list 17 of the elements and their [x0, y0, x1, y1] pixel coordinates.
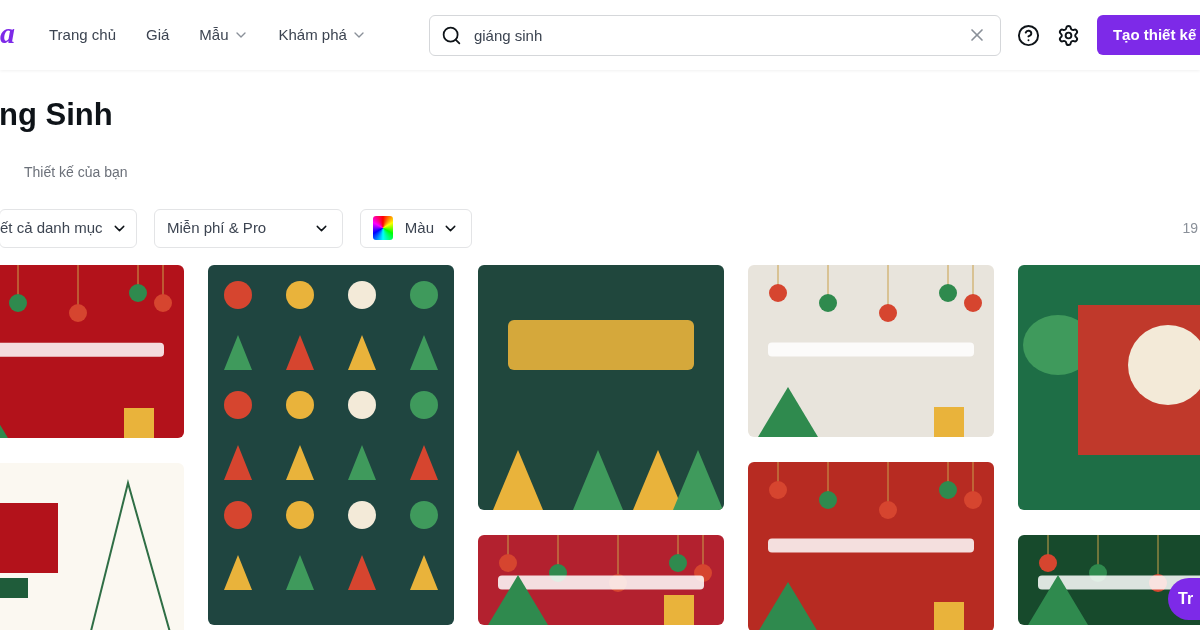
search-field[interactable]: giáng sinh	[428, 14, 1001, 56]
logo[interactable]: a	[0, 18, 15, 48]
filter-dropdown[interactable]: Miễn phí & Pro	[154, 208, 343, 248]
page-title: ng Sinh	[0, 96, 114, 134]
create-design-button[interactable]: Tạo thiết kế	[1096, 15, 1200, 55]
settings-icon[interactable]	[1056, 23, 1080, 47]
nav-link[interactable]: Khám phá	[278, 23, 367, 47]
color-filter[interactable]: Màu	[360, 208, 472, 248]
color-swatch-icon	[373, 216, 393, 240]
tab[interactable]: Thiết kế của bạn	[24, 162, 128, 183]
help-icon[interactable]	[1016, 23, 1040, 47]
nav-link[interactable]: Trang chủ	[49, 23, 116, 47]
result-count: 19	[1182, 218, 1198, 238]
nav-link[interactable]: Giá	[146, 23, 170, 47]
filter-dropdown[interactable]: ết cả danh mục	[0, 208, 137, 248]
nav-link[interactable]: Mẫu	[199, 23, 249, 47]
search-icon	[440, 24, 462, 46]
